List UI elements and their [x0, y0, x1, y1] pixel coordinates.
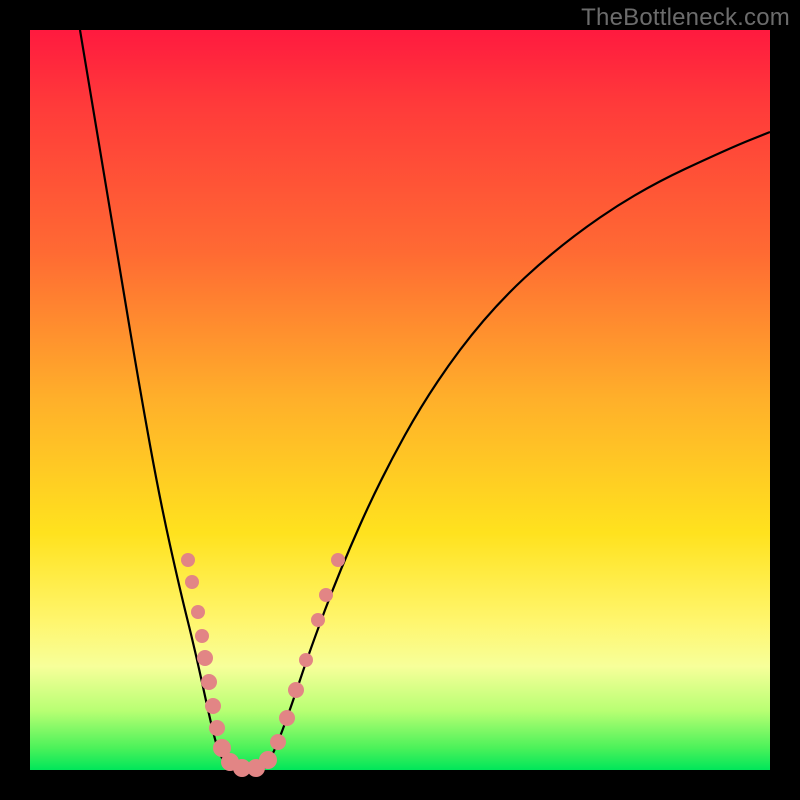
scatter-dot	[311, 613, 325, 627]
curve-svg	[30, 30, 770, 770]
curve-right-branch	[265, 132, 770, 768]
scatter-dot	[201, 674, 217, 690]
scatter-group	[181, 553, 345, 777]
scatter-dot	[191, 605, 205, 619]
plot-area	[30, 30, 770, 770]
scatter-dot	[197, 650, 213, 666]
scatter-dot	[319, 588, 333, 602]
scatter-dot	[209, 720, 225, 736]
scatter-dot	[288, 682, 304, 698]
scatter-dot	[195, 629, 209, 643]
scatter-dot	[279, 710, 295, 726]
watermark-text: TheBottleneck.com	[581, 4, 790, 32]
scatter-dot	[331, 553, 345, 567]
scatter-dot	[299, 653, 313, 667]
scatter-dot	[205, 698, 221, 714]
chart-frame: TheBottleneck.com	[0, 0, 800, 800]
scatter-dot	[270, 734, 286, 750]
scatter-dot	[185, 575, 199, 589]
scatter-dot	[259, 751, 277, 769]
scatter-dot	[181, 553, 195, 567]
